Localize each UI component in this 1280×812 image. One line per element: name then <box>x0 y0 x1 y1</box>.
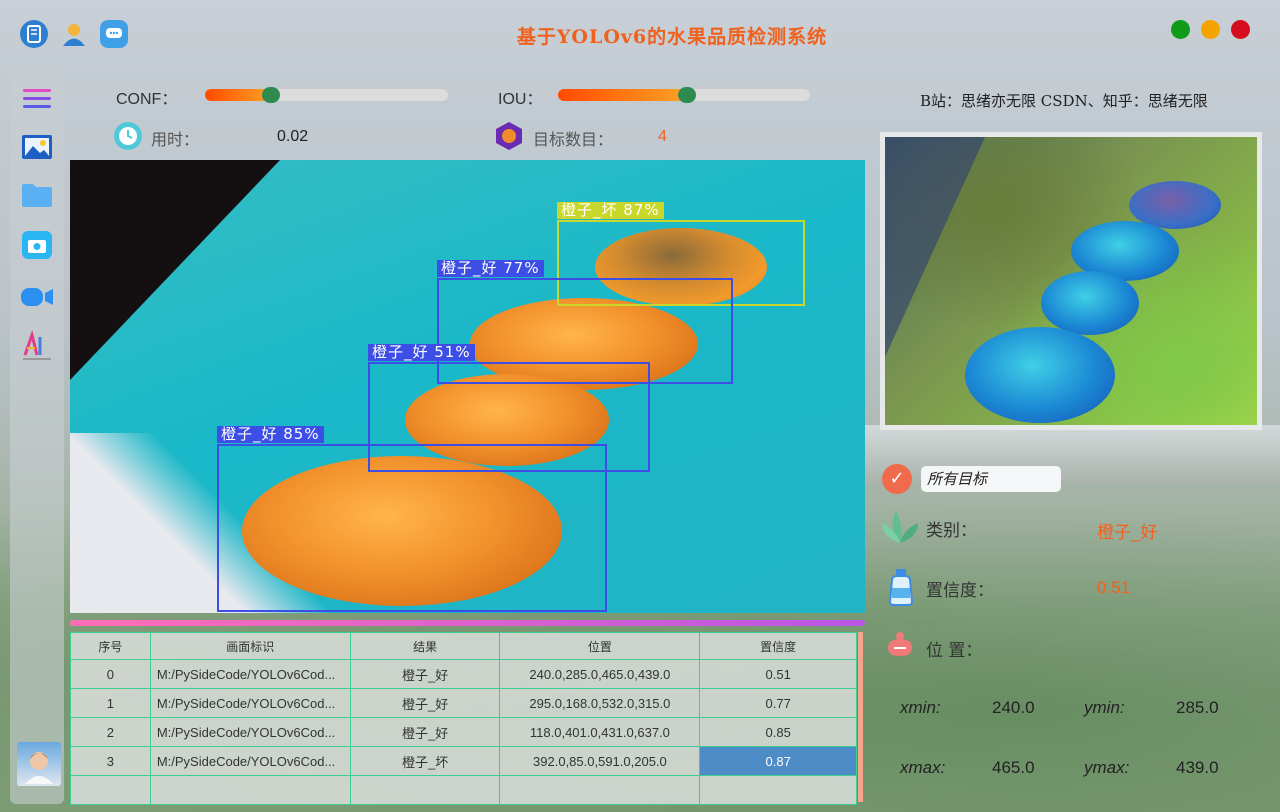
progress-bar <box>70 620 865 626</box>
conf-slider-fill <box>205 89 271 101</box>
credit-text: B站：思绪亦无限 CSDN、知乎：思绪无限 <box>920 92 1208 110</box>
conf-slider[interactable] <box>205 87 448 103</box>
target-count-icon <box>494 121 524 151</box>
table-row[interactable]: 3 M:/PySideCode/YOLOv6Cod... 橙子_坏 392.0,… <box>70 746 857 776</box>
iou-label: IOU： <box>498 91 543 108</box>
heatmap-corner <box>885 137 985 357</box>
table-row[interactable]: 2 M:/PySideCode/YOLOv6Cod... 橙子_好 118.0,… <box>70 717 857 747</box>
bbox-label: 橙子_好 51% <box>368 344 475 361</box>
cell-confidence[interactable]: 0.85 <box>699 717 857 747</box>
position-label: 位 置： <box>926 641 983 661</box>
col-header-index[interactable]: 序号 <box>70 632 151 660</box>
cell-result[interactable]: 橙子_好 <box>349 659 501 689</box>
target-count-label: 目标数目： <box>533 132 614 149</box>
table-row[interactable]: 0 M:/PySideCode/YOLOv6Cod... 橙子_好 240.0,… <box>70 659 857 689</box>
image-icon[interactable] <box>20 130 54 164</box>
heatmap-blob <box>1041 271 1139 335</box>
cell-position[interactable]: 240.0,285.0,465.0,439.0 <box>499 659 701 689</box>
folder-icon[interactable] <box>20 178 54 212</box>
cell-position[interactable]: 118.0,401.0,431.0,637.0 <box>499 717 701 747</box>
iou-slider[interactable] <box>558 87 810 103</box>
col-header-source[interactable]: 画面标识 <box>149 632 351 660</box>
ymax-label: ymax: <box>1084 758 1130 777</box>
table-row[interactable]: 1 M:/PySideCode/YOLOv6Cod... 橙子_好 295.0,… <box>70 688 857 718</box>
ai-logo-icon[interactable] <box>20 330 54 364</box>
cell-position[interactable]: 392.0,85.0,591.0,205.0 <box>499 746 701 776</box>
empty-cell <box>70 775 151 805</box>
results-table: 序号 画面标识 结果 位置 置信度 0 M:/PySideCode/YOLOv6… <box>70 632 857 805</box>
table-scrollbar[interactable] <box>858 632 863 802</box>
heatmap-blob <box>965 327 1115 423</box>
minimize-button[interactable] <box>1171 20 1190 39</box>
ymax-value: 439.0 <box>1176 758 1219 777</box>
cell-source[interactable]: M:/PySideCode/YOLOv6Cod... <box>149 688 351 718</box>
xmin-value: 240.0 <box>992 698 1035 717</box>
iou-slider-handle[interactable] <box>677 87 696 103</box>
xmax-value: 465.0 <box>992 758 1035 777</box>
empty-cell <box>499 775 701 805</box>
cell-confidence[interactable]: 0.51 <box>699 659 857 689</box>
time-value: 0.02 <box>277 128 309 145</box>
cell-source[interactable]: M:/PySideCode/YOLOv6Cod... <box>149 659 351 689</box>
detection-image: 橙子_坏 87% 橙子_好 77% 橙子_好 51% 橙子_好 85% <box>70 160 865 613</box>
bbox-label: 橙子_好 77% <box>437 260 544 277</box>
bbox-label: 橙子_坏 87% <box>557 202 664 219</box>
empty-cell <box>349 775 501 805</box>
col-header-position[interactable]: 位置 <box>499 632 701 660</box>
video-icon[interactable] <box>20 280 54 314</box>
cell-source[interactable]: M:/PySideCode/YOLOv6Cod... <box>149 746 351 776</box>
bbox-label: 橙子_好 85% <box>217 426 324 443</box>
leaf-icon <box>880 507 920 547</box>
clock-icon <box>114 122 142 150</box>
close-button[interactable] <box>1231 20 1250 39</box>
xmin-label: xmin: <box>900 698 941 717</box>
avatar[interactable] <box>17 742 61 786</box>
cell-confidence[interactable]: 0.77 <box>699 688 857 718</box>
cell-index[interactable]: 1 <box>70 688 151 718</box>
menu-icon[interactable] <box>20 82 54 116</box>
confidence-value: 0.51 <box>1097 578 1131 597</box>
bbox-3[interactable] <box>217 444 607 612</box>
location-icon <box>884 630 916 660</box>
time-label: 用时： <box>151 132 200 149</box>
cell-index[interactable]: 3 <box>70 746 151 776</box>
heatmap-image <box>880 132 1262 430</box>
cell-result[interactable]: 橙子_坏 <box>349 746 501 776</box>
check-icon[interactable]: ✓ <box>882 464 912 494</box>
xmax-label: xmax: <box>900 758 946 777</box>
cell-source[interactable]: M:/PySideCode/YOLOv6Cod... <box>149 717 351 747</box>
cell-confidence-selected[interactable]: 0.87 <box>699 746 857 776</box>
col-header-result[interactable]: 结果 <box>349 632 501 660</box>
image-dark-corner <box>70 160 280 380</box>
app-title: 基于YOLOv6的水果品质检测系统 <box>516 26 828 48</box>
table-header-row: 序号 画面标识 结果 位置 置信度 <box>70 632 857 660</box>
cell-position[interactable]: 295.0,168.0,532.0,315.0 <box>499 688 701 718</box>
maximize-button[interactable] <box>1201 20 1220 39</box>
cell-index[interactable]: 0 <box>70 659 151 689</box>
empty-cell <box>699 775 857 805</box>
ymin-label: ymin: <box>1084 698 1125 717</box>
target-count-value: 4 <box>658 128 667 145</box>
confidence-label: 置信度： <box>926 581 994 601</box>
iou-slider-fill <box>558 89 687 101</box>
bottle-icon <box>886 568 916 606</box>
window-controls <box>1171 20 1250 39</box>
class-value: 橙子_好 <box>1097 523 1158 542</box>
class-label: 类别： <box>926 521 977 541</box>
sidebar <box>10 64 64 804</box>
target-select[interactable]: 所有目标 <box>921 466 1061 492</box>
table-row-empty <box>70 775 857 805</box>
conf-slider-handle[interactable] <box>261 87 280 103</box>
camera-icon[interactable] <box>20 228 54 262</box>
ymin-value: 285.0 <box>1176 698 1219 717</box>
empty-cell <box>149 775 351 805</box>
conf-label: CONF： <box>116 91 178 108</box>
cell-index[interactable]: 2 <box>70 717 151 747</box>
col-header-confidence[interactable]: 置信度 <box>699 632 857 660</box>
cell-result[interactable]: 橙子_好 <box>349 688 501 718</box>
cell-result[interactable]: 橙子_好 <box>349 717 501 747</box>
